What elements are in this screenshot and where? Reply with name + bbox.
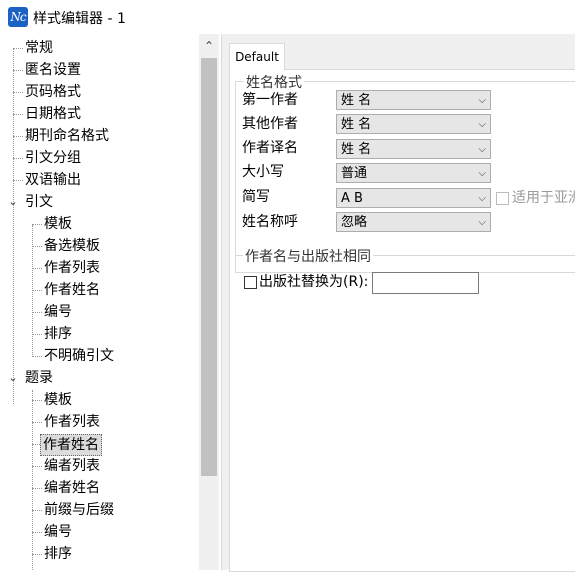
- group-title: 作者名与出版社相同: [243, 246, 373, 266]
- scroll-thumb[interactable]: [201, 58, 217, 476]
- tree-item-page-format[interactable]: 页码格式: [23, 81, 83, 103]
- tree-item-bib-numbering[interactable]: 编号: [42, 521, 74, 543]
- tree-item-bibliography[interactable]: 题录: [23, 367, 55, 389]
- chevron-down-icon[interactable]: ⌄: [7, 372, 19, 384]
- tree-item-bib-author-list[interactable]: 作者列表: [42, 411, 102, 433]
- author-translation-label: 作者译名: [242, 140, 298, 156]
- tree-item-bib-editor-list[interactable]: 编者列表: [42, 455, 102, 477]
- asian-names-label: 适用于亚洲: [512, 190, 575, 206]
- chevron-down-icon[interactable]: ⌄: [7, 196, 19, 208]
- tree-item-ambiguous-citation[interactable]: 不明确引文: [42, 345, 116, 367]
- capitalization-select[interactable]: 普通 ⌵: [336, 163, 491, 183]
- tree-item-bib-author-name[interactable]: 作者姓名: [40, 434, 102, 456]
- tree-item-bib-sort[interactable]: 排序: [42, 543, 74, 565]
- tree-item-citation-template[interactable]: 模板: [42, 213, 74, 235]
- chevron-down-icon: ⌵: [478, 217, 486, 228]
- capitalization-label: 大小写: [242, 164, 284, 180]
- chevron-down-icon: ⌵: [478, 95, 486, 106]
- name-title-select[interactable]: 忽略 ⌵: [336, 212, 491, 232]
- tree-item-journal-naming[interactable]: 期刊命名格式: [23, 125, 111, 147]
- tree-item-bib-prefix-suffix[interactable]: 前缀与后缀: [42, 499, 116, 521]
- tree-item-citation-numbering[interactable]: 编号: [42, 301, 74, 323]
- tree-item-date-format[interactable]: 日期格式: [23, 103, 83, 125]
- style-tree: 常规 匿名设置 页码格式 日期格式 期刊命名格式 引文分组 双语输出 ⌄ 引文 …: [0, 34, 222, 570]
- tab-default[interactable]: Default: [229, 43, 285, 70]
- tree-item-citation-author-list[interactable]: 作者列表: [42, 257, 102, 279]
- asian-names-checkbox[interactable]: [496, 192, 509, 205]
- tree-item-bib-template[interactable]: 模板: [42, 389, 74, 411]
- author-translation-select[interactable]: 姓 名 ⌵: [336, 139, 491, 159]
- publisher-replace-checkbox[interactable]: [244, 276, 257, 289]
- tree-connector: [13, 48, 14, 404]
- tree-connector: [32, 390, 33, 570]
- chevron-down-icon: ⌵: [478, 119, 486, 130]
- tree-item-citation-alt-template[interactable]: 备选模板: [42, 235, 102, 257]
- tree-item-bilingual-output[interactable]: 双语输出: [23, 169, 83, 191]
- chevron-down-icon: ⌵: [478, 144, 486, 155]
- first-author-select[interactable]: 姓 名 ⌵: [336, 90, 491, 110]
- first-author-label: 第一作者: [242, 92, 298, 108]
- app-logo-icon: Nc: [8, 7, 28, 27]
- other-authors-label: 其他作者: [242, 116, 298, 132]
- chevron-down-icon: ⌵: [478, 168, 486, 179]
- chevron-down-icon: ⌵: [478, 193, 486, 204]
- chevron-up-icon[interactable]: ⌃: [199, 34, 219, 58]
- tree-item-bib-editor-name[interactable]: 编者姓名: [42, 477, 102, 499]
- tree-connector: [32, 225, 33, 357]
- other-authors-select[interactable]: 姓 名 ⌵: [336, 114, 491, 134]
- tree-item-citation-author-name[interactable]: 作者姓名: [42, 279, 102, 301]
- tree-scrollbar[interactable]: ⌃: [199, 34, 219, 570]
- tree-item-citation-sort[interactable]: 排序: [42, 323, 74, 345]
- name-title-label: 姓名称呼: [242, 214, 298, 230]
- publisher-group: 作者名与出版社相同: [235, 246, 575, 266]
- title-bar: Nc 样式编辑器 - 1: [0, 0, 575, 34]
- settings-pane: Default 姓名格式 第一作者 姓 名 ⌵ 其他作者 姓 名 ⌵ 作者译名 姓 …: [222, 34, 575, 572]
- publisher-replace-input[interactable]: [372, 272, 479, 294]
- window-title: 样式编辑器 - 1: [33, 11, 126, 27]
- abbreviation-select[interactable]: A B ⌵: [336, 188, 491, 208]
- abbreviation-label: 简写: [242, 189, 270, 205]
- tree-item-citation[interactable]: 引文: [23, 191, 55, 213]
- tree-item-anonymous[interactable]: 匿名设置: [23, 59, 83, 81]
- tree-item-citation-grouping[interactable]: 引文分组: [23, 147, 83, 169]
- tab-panel: 姓名格式 第一作者 姓 名 ⌵ 其他作者 姓 名 ⌵ 作者译名 姓 名 ⌵ 大小写 普…: [229, 69, 575, 572]
- publisher-replace-label: 出版社替换为(R):: [259, 274, 369, 290]
- tree-item-general[interactable]: 常规: [23, 37, 55, 59]
